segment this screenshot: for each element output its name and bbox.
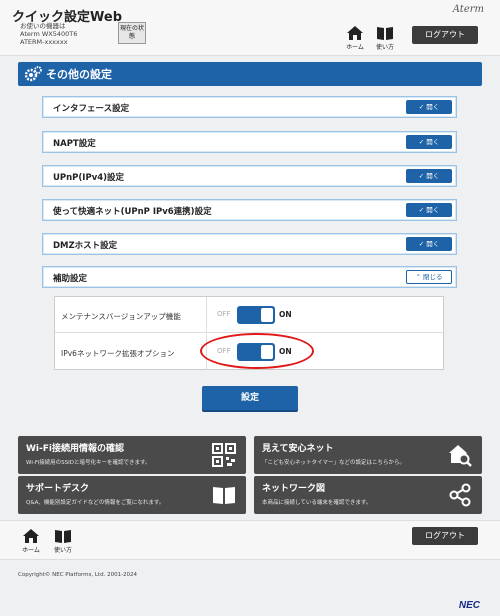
tile-wifi-info[interactable]: Wi-Fi接続用情報の確認 Wi-Fi接続用のSSIDと暗号化キーを確認できます… bbox=[18, 436, 246, 474]
current-status-button[interactable]: 現在の状態 bbox=[118, 22, 146, 44]
expand-label: 開く bbox=[426, 240, 440, 248]
footer-home-button[interactable]: ホーム bbox=[18, 527, 44, 555]
collapse-label: 閉じる bbox=[423, 273, 443, 281]
footer-logout-button[interactable]: ログアウト bbox=[412, 527, 478, 545]
gear-icon bbox=[24, 66, 42, 82]
logout-button[interactable]: ログアウト bbox=[412, 26, 478, 44]
book-icon bbox=[213, 487, 235, 504]
tile-title: Wi-Fi接続用情報の確認 bbox=[26, 444, 124, 454]
setting-label: IPv6ネットワーク拡張オプション bbox=[55, 334, 207, 370]
tile-network-map[interactable]: ネットワーク図 本商品に接続している端末を確認できます。 bbox=[254, 476, 482, 514]
tile-desc: Wi-Fi接続用のSSIDと暗号化キーを確認できます。 bbox=[26, 460, 151, 466]
network-icon bbox=[449, 483, 471, 507]
book-icon bbox=[55, 530, 71, 543]
guide-label: 使い方 bbox=[53, 547, 72, 554]
house-search-icon bbox=[449, 445, 472, 467]
expand-label: 開く bbox=[426, 172, 440, 180]
guide-label: 使い方 bbox=[375, 44, 394, 51]
section-label: 補助設定 bbox=[53, 274, 88, 284]
section-label: 使って快適ネット(UPnP IPv6連携)設定 bbox=[53, 207, 212, 217]
tile-mieru-anshin[interactable]: 見えて安心ネット 「こども安心ネットタイマー」などの設定はこちらから。 bbox=[254, 436, 482, 474]
section-label: インタフェース設定 bbox=[53, 104, 130, 114]
expand-button[interactable]: ✓ 開く bbox=[406, 135, 452, 149]
expand-label: 開く bbox=[426, 138, 440, 146]
section-label: UPnP(IPv4)設定 bbox=[53, 173, 125, 183]
section-dmz-host[interactable]: DMZホスト設定 ✓ 開く bbox=[42, 233, 457, 255]
setting-row-maintenance: メンテナンスバージョンアップ機能 OFF ON bbox=[55, 297, 443, 333]
device-info: お使いの機器は Aterm WX5400T6 ATERM-xxxxxx bbox=[20, 22, 77, 46]
home-label: ホーム bbox=[22, 547, 40, 554]
tile-title: サポートデスク bbox=[26, 484, 90, 494]
off-label: OFF bbox=[217, 310, 231, 318]
book-icon bbox=[377, 27, 393, 40]
expand-button[interactable]: ✓ 開く bbox=[406, 203, 452, 217]
device-info-id: ATERM-xxxxxx bbox=[20, 38, 68, 46]
device-info-model: Aterm WX5400T6 bbox=[20, 30, 78, 38]
expand-label: 開く bbox=[426, 206, 440, 214]
home-icon bbox=[23, 529, 39, 543]
expand-label: 開く bbox=[426, 103, 440, 111]
section-aux-settings[interactable]: 補助設定 ⌃ 閉じる bbox=[42, 266, 457, 288]
on-label: ON bbox=[279, 310, 292, 319]
copyright: Copyright© NEC Platforms, Ltd. 2001-2024 bbox=[18, 572, 138, 578]
tile-title: ネットワーク図 bbox=[262, 484, 326, 494]
section-interface[interactable]: インタフェース設定 ✓ 開く bbox=[42, 96, 457, 118]
expand-button[interactable]: ✓ 開く bbox=[406, 237, 452, 251]
section-upnp-ipv4[interactable]: UPnP(IPv4)設定 ✓ 開く bbox=[42, 165, 457, 187]
toggle-track[interactable] bbox=[237, 306, 275, 324]
highlight-annotation bbox=[200, 333, 314, 369]
page-title-bar: その他の設定 bbox=[18, 62, 482, 86]
home-icon bbox=[347, 26, 363, 40]
tile-title: 見えて安心ネット bbox=[262, 444, 334, 454]
nec-logo: NEC bbox=[458, 600, 480, 611]
section-napt[interactable]: NAPT設定 ✓ 開く bbox=[42, 131, 457, 153]
brand-logo: Aterm bbox=[452, 4, 484, 15]
page-title: その他の設定 bbox=[46, 68, 112, 81]
collapse-button[interactable]: ⌃ 閉じる bbox=[406, 270, 452, 284]
home-button[interactable]: ホーム bbox=[342, 24, 368, 52]
guide-button[interactable]: 使い方 bbox=[372, 24, 398, 52]
qr-code-icon bbox=[212, 443, 236, 467]
expand-button[interactable]: ✓ 開く bbox=[406, 100, 452, 114]
toggle-knob[interactable] bbox=[261, 308, 273, 322]
section-upnp-ipv6[interactable]: 使って快適ネット(UPnP IPv6連携)設定 ✓ 開く bbox=[42, 199, 457, 221]
device-info-line: お使いの機器は bbox=[20, 22, 66, 30]
home-label: ホーム bbox=[346, 44, 364, 51]
expand-button[interactable]: ✓ 開く bbox=[406, 169, 452, 183]
footer-guide-button[interactable]: 使い方 bbox=[50, 527, 76, 555]
setting-label: メンテナンスバージョンアップ機能 bbox=[55, 297, 207, 333]
section-label: NAPT設定 bbox=[53, 139, 96, 149]
tile-support-desk[interactable]: サポートデスク Q&A、機能別設定ガイドなどの情報をご覧になれます。 bbox=[18, 476, 246, 514]
tile-desc: Q&A、機能別設定ガイドなどの情報をご覧になれます。 bbox=[26, 500, 165, 506]
section-label: DMZホスト設定 bbox=[53, 241, 118, 251]
maintenance-toggle[interactable]: OFF ON bbox=[217, 306, 297, 324]
apply-button[interactable]: 設定 bbox=[202, 386, 298, 410]
tile-desc: 本商品に接続している端末を確認できます。 bbox=[262, 500, 372, 506]
tile-desc: 「こども安心ネットタイマー」などの設定はこちらから。 bbox=[262, 460, 406, 466]
